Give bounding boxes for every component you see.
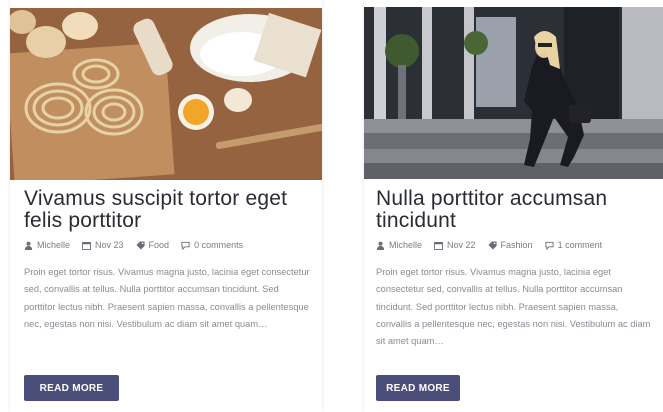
post-author-name: Michelle — [37, 240, 71, 250]
baking-ingredients-photo — [10, 8, 322, 180]
post-comments-count: 0 comments — [194, 240, 244, 250]
post-comments[interactable]: 1 comment — [545, 240, 603, 250]
post-author-name: Michelle — [389, 240, 423, 250]
post-category[interactable]: Food — [135, 240, 170, 250]
calendar-icon — [434, 241, 443, 250]
post-meta: Michelle Nov 23 Food 0 comments — [24, 240, 316, 250]
calendar-icon — [82, 241, 91, 250]
post-category-name: Fashion — [500, 240, 533, 250]
user-icon — [376, 241, 385, 250]
post-meta: Michelle Nov 22 Fashion 1 comment — [376, 240, 657, 250]
post-comments-count: 1 comment — [557, 240, 603, 250]
post-card: Vivamus suscipit tortor eget felis portt… — [10, 0, 322, 412]
post-comments[interactable]: 0 comments — [181, 240, 243, 250]
post-category-name: Food — [148, 240, 170, 250]
tag-icon — [487, 240, 497, 250]
user-icon — [24, 241, 33, 250]
post-date-text: Nov 23 — [95, 240, 124, 250]
post-excerpt: Proin eget tortor risus. Vivamus magna j… — [376, 267, 651, 347]
post-excerpt: Proin eget tortor risus. Vivamus magna j… — [24, 267, 310, 329]
post-title[interactable]: Nulla porttitor accumsan tincidunt — [376, 188, 653, 232]
read-more-button[interactable]: READ MORE — [376, 375, 460, 401]
post-date-text: Nov 22 — [447, 240, 476, 250]
post-author[interactable]: Michelle — [24, 240, 70, 250]
post-date: Nov 22 — [434, 240, 476, 250]
tag-icon — [135, 240, 145, 250]
post-title[interactable]: Vivamus suscipit tortor eget felis portt… — [24, 188, 312, 232]
post-card: Nulla porttitor accumsan tincidunt Miche… — [364, 0, 663, 412]
post-thumbnail[interactable] — [364, 7, 663, 179]
comment-icon — [181, 241, 190, 250]
read-more-button[interactable]: READ MORE — [24, 375, 119, 401]
comment-icon — [545, 241, 554, 250]
post-category[interactable]: Fashion — [487, 240, 533, 250]
post-date: Nov 23 — [82, 240, 124, 250]
post-thumbnail[interactable] — [10, 8, 322, 180]
post-author[interactable]: Michelle — [376, 240, 422, 250]
fashion-model-on-steps-photo — [364, 7, 663, 179]
